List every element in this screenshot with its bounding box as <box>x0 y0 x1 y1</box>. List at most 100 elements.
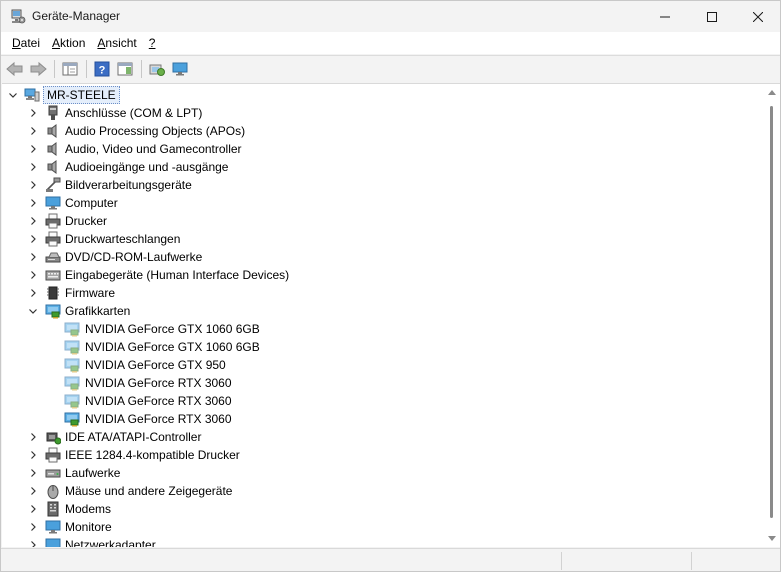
speaker-icon <box>45 141 61 157</box>
tree-device-nvidia-geforce-rtx-3060[interactable]: NVIDIA GeForce RTX 3060 <box>2 374 762 392</box>
chevron-right-icon[interactable] <box>27 503 39 515</box>
tree-node-label: Audio, Video und Gamecontroller <box>65 142 242 156</box>
tree-node-computer[interactable]: Computer <box>2 194 762 212</box>
tree-node-label: NVIDIA GeForce RTX 3060 <box>85 376 232 390</box>
chevron-right-icon[interactable] <box>27 107 39 119</box>
close-button[interactable] <box>735 1 780 32</box>
tree-node-label: Mäuse und andere Zeigegeräte <box>65 484 233 498</box>
chevron-right-icon[interactable] <box>27 179 39 191</box>
show-hide-console-tree-button[interactable] <box>59 58 81 80</box>
chevron-right-icon[interactable] <box>27 287 39 299</box>
modem-icon <box>45 501 61 517</box>
menu-aktion[interactable]: Aktion <box>46 32 91 54</box>
tree-node-label: Laufwerke <box>65 466 121 480</box>
menu-datei[interactable]: Datei <box>6 32 46 54</box>
tree-node-label: Modems <box>65 502 112 516</box>
tree-device-nvidia-geforce-gtx-1060-6gb[interactable]: NVIDIA GeForce GTX 1060 6GB <box>2 338 762 356</box>
chevron-right-icon[interactable] <box>27 521 39 533</box>
scroll-down-arrow-icon[interactable] <box>768 536 776 541</box>
toolbar-separator <box>86 59 87 78</box>
minimize-button[interactable] <box>642 1 688 32</box>
tree-node-druckwarteschlangen[interactable]: Druckwarteschlangen <box>2 230 762 248</box>
chevron-right-icon[interactable] <box>27 161 39 173</box>
tree-node-drucker[interactable]: Drucker <box>2 212 762 230</box>
show-devices-button[interactable] <box>169 58 191 80</box>
display-adapter-icon <box>64 321 80 337</box>
tree-node-mause-und-andere-zeigegerate[interactable]: Mäuse und andere Zeigegeräte <box>2 482 762 500</box>
title-bar: Geräte-Manager <box>1 1 780 32</box>
tree-root-mr-steele[interactable]: MR-STEELE <box>2 86 762 104</box>
chevron-right-icon[interactable] <box>27 215 39 227</box>
speaker-icon <box>45 123 61 139</box>
disc-drive-icon <box>45 249 61 265</box>
display-adapter-icon <box>45 303 61 319</box>
forward-arrow-icon <box>30 61 47 76</box>
chevron-right-icon[interactable] <box>27 467 39 479</box>
tree-node-anschlusse-com-lpt[interactable]: Anschlüsse (COM & LPT) <box>2 104 762 122</box>
tree-node-audio-video-und-gamecontroller[interactable]: Audio, Video und Gamecontroller <box>2 140 762 158</box>
minimize-icon <box>660 16 670 17</box>
tree-node-bildverarbeitungsgerate[interactable]: Bildverarbeitungsgeräte <box>2 176 762 194</box>
chevron-right-icon[interactable] <box>27 485 39 497</box>
chevron-right-icon[interactable] <box>27 431 39 443</box>
tree-node-firmware[interactable]: Firmware <box>2 284 762 302</box>
computer-name-label: MR-STEELE <box>43 86 120 104</box>
chevron-right-icon[interactable] <box>27 251 39 263</box>
tree-node-ide-ata-atapi-controller[interactable]: IDE ATA/ATAPI-Controller <box>2 428 762 446</box>
tree-node-audio-processing-objects-apos[interactable]: Audio Processing Objects (APOs) <box>2 122 762 140</box>
menu-help[interactable]: ? <box>143 32 162 54</box>
maximize-button[interactable] <box>689 1 735 32</box>
tree-node-dvd-cd-rom-laufwerke[interactable]: DVD/CD-ROM-Laufwerke <box>2 248 762 266</box>
back-button[interactable] <box>4 58 26 80</box>
forward-button[interactable] <box>27 58 49 80</box>
tree-device-nvidia-geforce-gtx-1060-6gb[interactable]: NVIDIA GeForce GTX 1060 6GB <box>2 320 762 338</box>
tree-device-nvidia-geforce-rtx-3060[interactable]: NVIDIA GeForce RTX 3060 <box>2 392 762 410</box>
scan-hardware-button[interactable] <box>146 58 168 80</box>
vertical-scrollbar[interactable] <box>764 83 780 547</box>
tree-node-label: IDE ATA/ATAPI-Controller <box>65 430 202 444</box>
close-icon <box>753 11 763 22</box>
chevron-right-icon[interactable] <box>27 125 39 137</box>
tree-node-grafikkarten[interactable]: Grafikkarten <box>2 302 762 320</box>
tree-node-label: Drucker <box>65 214 108 228</box>
tree-node-label: Audioeingänge und -ausgänge <box>65 160 229 174</box>
tree-node-netzwerkadapter[interactable]: Netzwerkadapter <box>2 536 762 547</box>
tree-device-nvidia-geforce-gtx-950[interactable]: NVIDIA GeForce GTX 950 <box>2 356 762 374</box>
scroll-up-arrow-icon[interactable] <box>768 90 776 95</box>
chevron-right-icon[interactable] <box>27 143 39 155</box>
device-manager-app-icon <box>11 9 26 24</box>
tree-node-label: NVIDIA GeForce GTX 1060 6GB <box>85 322 260 336</box>
display-adapter-icon <box>64 339 80 355</box>
chevron-right-icon[interactable] <box>27 539 39 547</box>
chevron-right-icon[interactable] <box>27 449 39 461</box>
toolbar-separator <box>54 59 55 78</box>
chevron-down-icon[interactable] <box>7 89 19 101</box>
chevron-right-icon[interactable] <box>27 233 39 245</box>
tree-node-modems[interactable]: Modems <box>2 500 762 518</box>
chevron-right-icon[interactable] <box>27 269 39 281</box>
tree-node-monitore[interactable]: Monitore <box>2 518 762 536</box>
printer-icon <box>45 447 61 463</box>
action-pane-button[interactable] <box>114 58 136 80</box>
tree-node-ieee-1284-4-kompatible-drucker[interactable]: IEEE 1284.4-kompatible Drucker <box>2 446 762 464</box>
tree-node-eingabegerate-human-interface-devices[interactable]: Eingabegeräte (Human Interface Devices) <box>2 266 762 284</box>
properties-sheet-icon <box>62 62 78 75</box>
speaker-icon <box>45 159 61 175</box>
chevron-right-icon[interactable] <box>27 197 39 209</box>
mouse-icon <box>45 483 61 499</box>
scrollbar-thumb[interactable] <box>770 106 773 518</box>
tree-node-audioeingange-und-ausgange[interactable]: Audioeingänge und -ausgänge <box>2 158 762 176</box>
tree-node-label: Netzwerkadapter <box>65 538 156 547</box>
tree-device-nvidia-geforce-rtx-3060[interactable]: NVIDIA GeForce RTX 3060 <box>2 410 762 428</box>
status-bar-divider <box>691 552 692 570</box>
scan-hardware-icon <box>149 64 165 76</box>
tree-node-label: Eingabegeräte (Human Interface Devices) <box>65 268 290 282</box>
tree-node-label: Druckwarteschlangen <box>65 232 181 246</box>
menu-ansicht[interactable]: Ansicht <box>91 32 142 54</box>
tree-node-label: DVD/CD-ROM-Laufwerke <box>65 250 203 264</box>
device-tree[interactable]: MR-STEELE Anschlüsse (COM & LPT) Audio Pro… <box>2 83 764 547</box>
chevron-down-icon[interactable] <box>27 305 39 317</box>
help-button[interactable]: ? <box>91 58 113 80</box>
tree-node-label: Monitore <box>65 520 112 534</box>
tree-node-laufwerke[interactable]: Laufwerke <box>2 464 762 482</box>
